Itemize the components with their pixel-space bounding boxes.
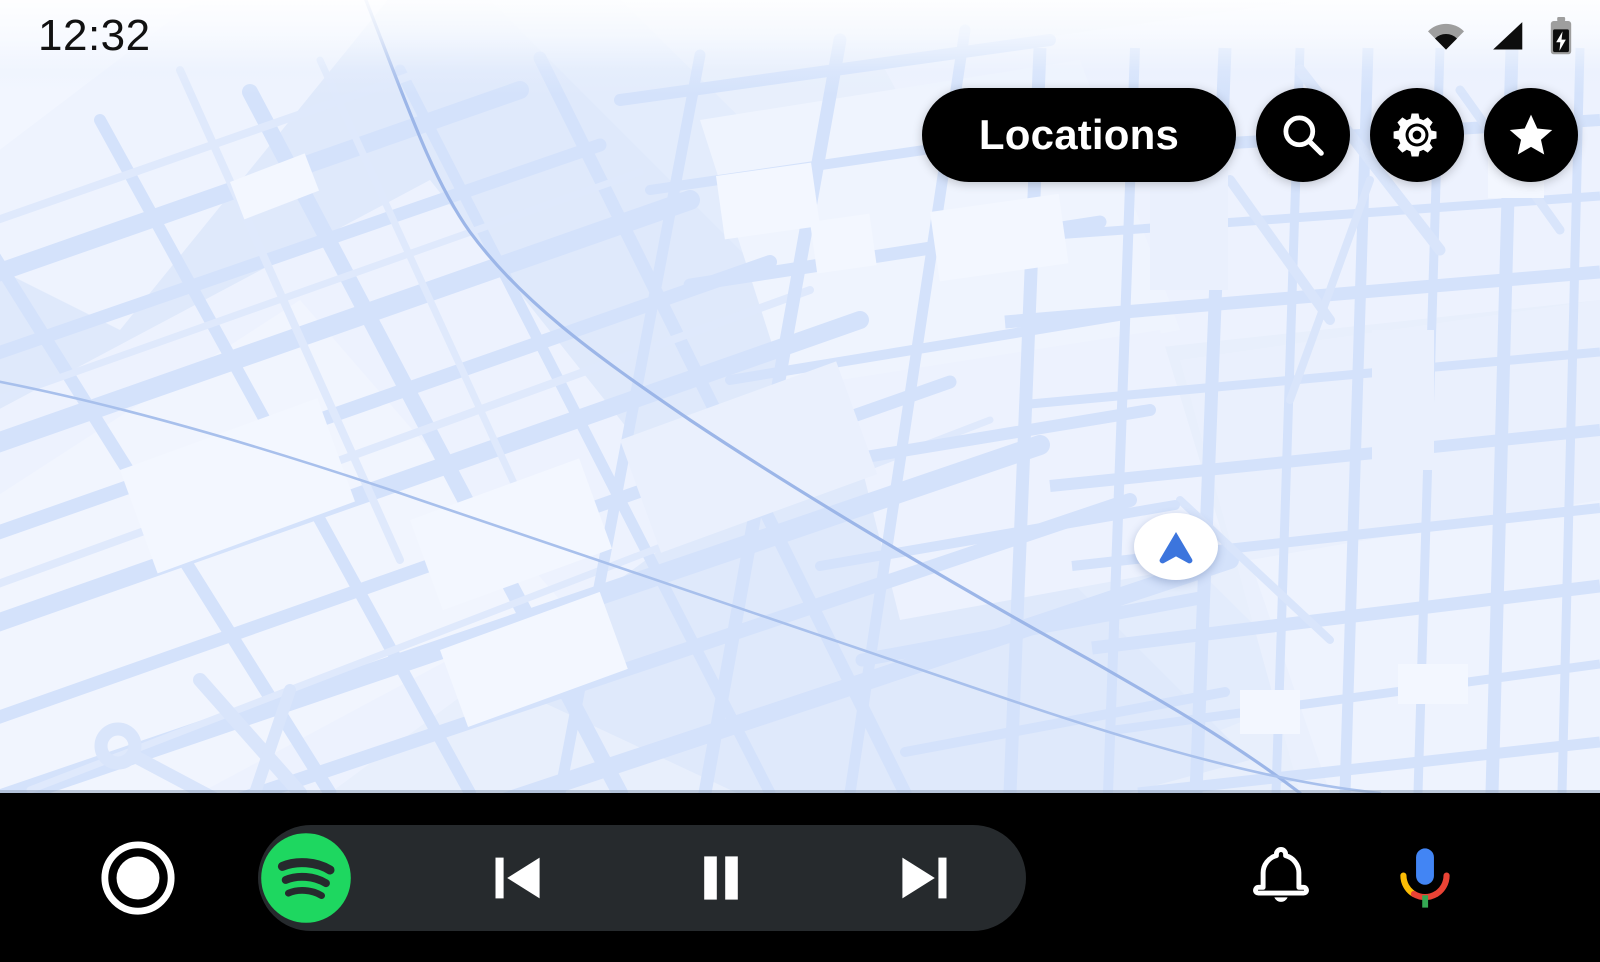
star-icon: [1505, 109, 1557, 161]
search-button[interactable]: [1256, 88, 1350, 182]
pause-button[interactable]: [673, 830, 769, 926]
assistant-button[interactable]: [1382, 835, 1468, 921]
search-icon: [1277, 109, 1329, 161]
gear-icon: [1391, 109, 1443, 161]
home-button[interactable]: [98, 838, 178, 918]
skip-previous-icon: [482, 842, 554, 914]
bottom-nav-bar: [0, 793, 1600, 962]
battery-charging-icon: [1548, 17, 1574, 55]
media-controls-pill: [258, 824, 1026, 931]
pause-icon: [685, 842, 757, 914]
next-track-button[interactable]: [876, 830, 972, 926]
bell-icon: [1243, 840, 1319, 916]
map-surface[interactable]: 12:32 Locations: [0, 0, 1600, 793]
status-icons: [1426, 17, 1574, 55]
navigation-arrow-icon: [1152, 524, 1200, 570]
settings-button[interactable]: [1370, 88, 1464, 182]
map-top-controls: Locations: [922, 88, 1578, 182]
wifi-icon: [1426, 21, 1466, 51]
favorites-button[interactable]: [1484, 88, 1578, 182]
locations-button[interactable]: Locations: [922, 88, 1236, 182]
google-mic-icon: [1388, 841, 1462, 915]
spotify-icon[interactable]: [258, 830, 354, 926]
status-bar: 12:32: [0, 0, 1600, 72]
home-circle-icon: [99, 839, 177, 917]
notifications-button[interactable]: [1238, 835, 1324, 921]
location-puck: [1134, 513, 1218, 580]
previous-track-button[interactable]: [470, 830, 566, 926]
locations-button-label: Locations: [978, 111, 1180, 158]
media-transport-controls: [416, 825, 1026, 931]
skip-next-icon: [888, 842, 960, 914]
cellular-icon: [1488, 20, 1526, 52]
android-auto-screen: 12:32 Locations: [0, 0, 1600, 962]
clock: 12:32: [38, 11, 151, 60]
